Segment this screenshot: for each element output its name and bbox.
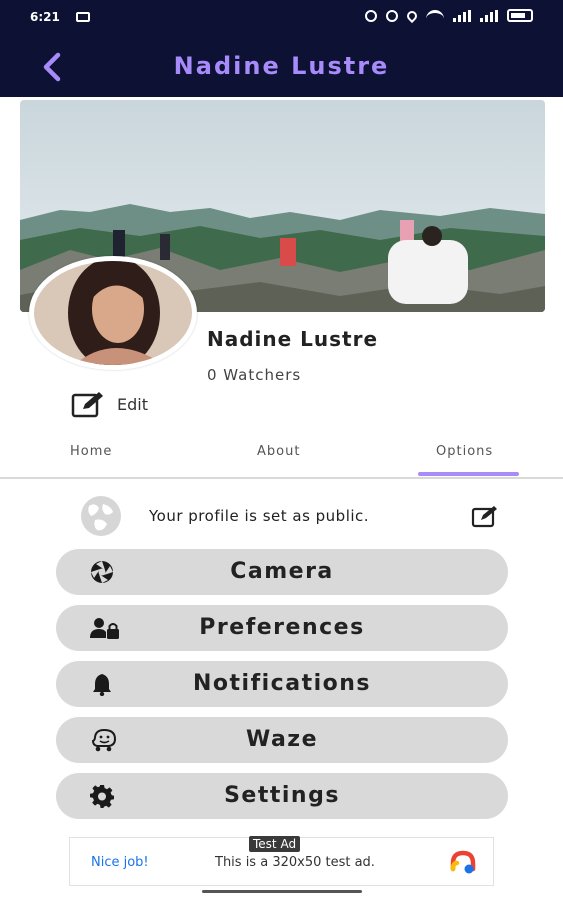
profile-screen: 6:21 Nadine Lustre Nadine Lustre 0 Watch… [0,0,563,900]
notifications-button[interactable]: Notifications [56,661,508,707]
tabs-divider [0,477,563,479]
ad-banner[interactable]: Test Ad Nice job! This is a 320x50 test … [69,836,494,886]
settings-button[interactable]: Settings [56,773,508,819]
ad-text: This is a 320x50 test ad. [215,855,375,870]
gallery-icon [76,12,90,22]
waze-button[interactable]: Waze [56,717,508,763]
public-status-row: Your profile is set as public. [81,496,501,536]
wifi-icon [426,9,444,22]
signal-2-icon [480,9,498,22]
home-indicator [202,890,362,893]
notifications-label: Notifications [192,671,371,696]
public-status-text: Your profile is set as public. [149,507,370,525]
tab-options[interactable]: Options [436,444,493,459]
status-bar: 6:21 [0,0,563,36]
alarm-icon [365,9,377,22]
profile-tabs: Home About Options [0,436,563,480]
page-title: Nadine Lustre [173,52,390,80]
battery-icon [507,9,533,22]
preferences-button[interactable]: Preferences [56,605,508,651]
status-icons [365,8,533,23]
ad-headline: Nice job! [91,855,149,870]
edit-icon [71,392,103,418]
preferences-label: Preferences [199,615,365,640]
edit-privacy-icon [471,506,497,528]
waze-label: Waze [245,727,319,752]
tab-about[interactable]: About [257,444,300,459]
camera-button[interactable]: Camera [56,549,508,595]
profile-name: Nadine Lustre [207,327,379,351]
active-tab-indicator [418,472,519,476]
app-header: 6:21 Nadine Lustre [0,0,563,97]
sync-icon [386,9,398,22]
avatar-image [34,261,192,365]
location-icon [404,8,420,23]
globe-icon [81,496,121,536]
watchers-count: 0 Watchers [207,366,302,384]
edit-label: Edit [117,394,148,414]
ad-tag: Test Ad [249,836,301,852]
edit-privacy-button[interactable] [471,504,499,532]
avatar[interactable] [29,256,197,370]
camera-label: Camera [230,559,334,584]
settings-label: Settings [224,783,340,808]
edit-profile-button[interactable]: Edit [71,390,148,418]
ad-logo-icon [450,850,476,874]
signal-icon [453,9,471,22]
status-time: 6:21 [30,10,60,24]
tab-home[interactable]: Home [70,444,112,459]
